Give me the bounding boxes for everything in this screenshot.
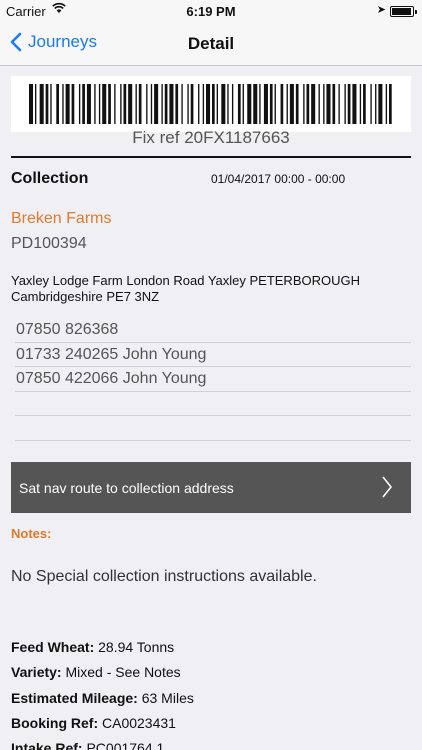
- satnav-route-label: Sat nav route to collection address: [19, 480, 234, 496]
- detail-value: Mixed - See Notes: [65, 664, 181, 681]
- collection-ref: PD100394: [11, 235, 87, 252]
- detail-list: Feed Wheat: 28.94 Tonns Variety: Mixed -…: [11, 638, 194, 750]
- battery-icon: [390, 6, 417, 17]
- notes-label: Notes:: [11, 526, 52, 541]
- collection-heading: Collection: [11, 170, 89, 187]
- detail-row: Feed Wheat: 28.94 Tonns: [11, 638, 194, 663]
- phone-row: [15, 392, 411, 416]
- status-time: 6:19 PM: [186, 4, 236, 19]
- phone-row[interactable]: 07850 826368: [15, 318, 411, 343]
- detail-value: PC001764 1: [86, 740, 165, 750]
- detail-row: Intake Ref: PC001764 1: [11, 739, 194, 750]
- detail-row: Estimated Mileage: 63 Miles: [11, 689, 194, 714]
- detail-row: Variety: Mixed - See Notes: [11, 663, 194, 688]
- detail-value: CA0023431: [102, 714, 176, 731]
- barcode-image: [11, 76, 411, 132]
- phone-row[interactable]: 01733 240265 John Young: [15, 343, 411, 367]
- chevron-right-icon: [382, 476, 393, 498]
- fix-ref: Fix ref 20FX1187663: [132, 128, 290, 147]
- detail-key: Booking Ref:: [11, 714, 99, 731]
- divider: [11, 156, 411, 158]
- phone-row[interactable]: 07850 422066 John Young: [15, 367, 411, 392]
- collection-date: 01/04/2017 00:00 - 00:00: [211, 172, 346, 186]
- detail-value: 63 Miles: [141, 689, 194, 706]
- phone-list: 07850 826368 01733 240265 John Young 078…: [15, 318, 411, 441]
- detail-key: Feed Wheat:: [11, 639, 95, 655]
- navigation-bar: Journeys Detail: [0, 22, 422, 66]
- detail-value: 28.94 Tonns: [98, 639, 175, 655]
- notes-text: No Special collection instructions avail…: [11, 568, 317, 585]
- company-name: Breken Farms: [11, 210, 112, 227]
- detail-key: Intake Ref:: [11, 740, 83, 750]
- status-bar: Carrier 6:19 PM ➤: [0, 0, 422, 22]
- detail-key: Estimated Mileage:: [11, 689, 138, 706]
- satnav-route-button[interactable]: Sat nav route to collection address: [11, 462, 411, 513]
- phone-row: [15, 416, 411, 441]
- detail-row: Booking Ref: CA0023431: [11, 714, 194, 739]
- detail-key: Variety:: [11, 664, 62, 681]
- page-title: Detail: [187, 34, 235, 53]
- collection-address: Yaxley Lodge Farm London Road Yaxley PET…: [11, 273, 360, 304]
- location-arrow-icon: ➤: [376, 4, 386, 16]
